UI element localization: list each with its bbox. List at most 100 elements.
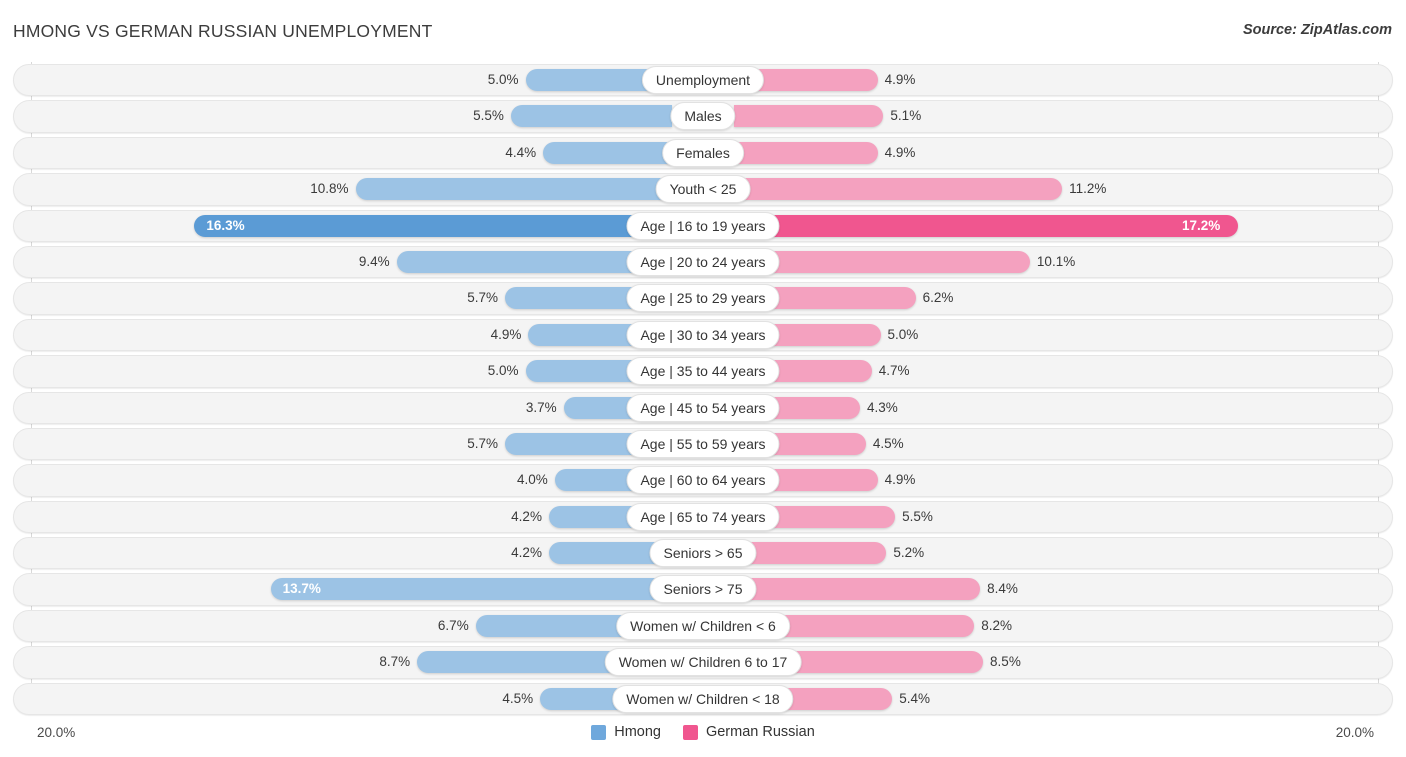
legend: Hmong German Russian bbox=[0, 724, 1406, 740]
chart-row: 4.4% 4.9% Females bbox=[0, 135, 1406, 171]
category-label: Age | 20 to 24 years bbox=[626, 247, 780, 276]
value-label-hmong: 13.7% bbox=[282, 581, 321, 597]
bar-hmong[interactable] bbox=[194, 214, 672, 237]
category-label: Age | 65 to 74 years bbox=[626, 502, 780, 531]
value-label-hmong: 3.7% bbox=[525, 399, 557, 415]
category-label: Women w/ Children 6 to 17 bbox=[604, 648, 802, 677]
category-label: Age | 55 to 59 years bbox=[626, 429, 780, 458]
bar-track: 10.8% 11.2% Youth < 25 bbox=[0, 171, 1406, 207]
legend-item[interactable]: Hmong bbox=[591, 724, 661, 740]
value-label-hmong: 8.7% bbox=[379, 654, 411, 670]
bar-track: 5.7% 4.5% Age | 55 to 59 years bbox=[0, 426, 1406, 462]
chart-row: 4.0% 4.9% Age | 60 to 64 years bbox=[0, 462, 1406, 498]
chart-row: 9.4% 10.1% Age | 20 to 24 years bbox=[0, 244, 1406, 280]
chart-footer: 20.0% 20.0% Hmong German Russian bbox=[0, 717, 1406, 757]
bar-track: 4.0% 4.9% Age | 60 to 64 years bbox=[0, 462, 1406, 498]
category-label: Women w/ Children < 18 bbox=[612, 684, 794, 713]
bar-german-russian[interactable] bbox=[734, 141, 878, 164]
value-label-german-russian: 4.9% bbox=[884, 72, 916, 87]
value-label-german-russian: 5.1% bbox=[890, 108, 922, 124]
bar-track: 5.7% 6.2% Age | 25 to 29 years bbox=[0, 280, 1406, 316]
value-label-hmong: 6.7% bbox=[437, 617, 469, 633]
bar-german-russian[interactable] bbox=[734, 214, 1238, 237]
value-label-hmong: 5.0% bbox=[487, 363, 519, 379]
value-label-german-russian: 5.5% bbox=[902, 508, 933, 524]
value-label-hmong: 4.0% bbox=[517, 472, 548, 488]
bar-hmong[interactable] bbox=[270, 578, 672, 601]
value-label-german-russian: 5.0% bbox=[887, 326, 919, 342]
legend-label: Hmong bbox=[614, 724, 661, 740]
bar-german-russian[interactable] bbox=[734, 542, 887, 565]
value-label-hmong: 5.5% bbox=[473, 108, 504, 124]
category-label: Age | 45 to 54 years bbox=[626, 393, 780, 422]
bar-track: 16.3% 17.2% Age | 16 to 19 years bbox=[0, 208, 1406, 244]
category-label: Age | 35 to 44 years bbox=[626, 357, 780, 386]
value-label-german-russian: 5.4% bbox=[899, 690, 930, 706]
category-label: Seniors > 75 bbox=[649, 575, 757, 604]
plot-area: 5.0% 4.9% Unemployment 5.5% 5.1% Males 4.4% 4.9… bbox=[0, 62, 1406, 717]
value-label-german-russian: 4.9% bbox=[884, 472, 916, 488]
chart-row: 6.7% 8.2% Women w/ Children < 6 bbox=[0, 608, 1406, 644]
value-label-german-russian: 10.1% bbox=[1036, 253, 1076, 269]
chart-row: 5.7% 6.2% Age | 25 to 29 years bbox=[0, 280, 1406, 316]
bar-german-russian[interactable] bbox=[734, 178, 1063, 201]
bar-hmong[interactable] bbox=[543, 141, 672, 164]
legend-label: German Russian bbox=[705, 724, 815, 740]
bar-track: 4.2% 5.5% Age | 65 to 74 years bbox=[0, 499, 1406, 535]
value-label-hmong: 4.9% bbox=[490, 326, 522, 342]
chart-row: 3.7% 4.3% Age | 45 to 54 years bbox=[0, 390, 1406, 426]
chart-row: 5.7% 4.5% Age | 55 to 59 years bbox=[0, 426, 1406, 462]
value-label-german-russian: 4.3% bbox=[866, 399, 898, 415]
bar-track: 5.0% 4.7% Age | 35 to 44 years bbox=[0, 353, 1406, 389]
category-label: Age | 25 to 29 years bbox=[626, 284, 780, 313]
bar-hmong[interactable] bbox=[510, 105, 672, 128]
bar-track: 9.4% 10.1% Age | 20 to 24 years bbox=[0, 244, 1406, 280]
value-label-german-russian: 4.5% bbox=[872, 435, 904, 451]
bar-track: 5.5% 5.1% Males bbox=[0, 98, 1406, 134]
value-label-hmong: 5.7% bbox=[467, 435, 498, 451]
value-label-hmong: 9.4% bbox=[358, 253, 390, 269]
chart-row: 5.0% 4.7% Age | 35 to 44 years bbox=[0, 353, 1406, 389]
category-label: Unemployment bbox=[641, 66, 765, 94]
legend-item[interactable]: German Russian bbox=[682, 724, 815, 740]
chart-row: 5.5% 5.1% Males bbox=[0, 98, 1406, 134]
category-label: Seniors > 65 bbox=[649, 539, 757, 568]
value-label-german-russian: 5.2% bbox=[893, 545, 925, 561]
bar-track: 4.5% 5.4% Women w/ Children < 18 bbox=[0, 681, 1406, 717]
category-label: Age | 60 to 64 years bbox=[626, 466, 780, 495]
value-label-german-russian: 4.9% bbox=[884, 144, 916, 160]
value-label-german-russian: 4.7% bbox=[878, 363, 910, 379]
value-label-german-russian: 8.2% bbox=[981, 617, 1013, 633]
value-label-hmong: 4.5% bbox=[502, 690, 534, 706]
bar-track: 5.0% 4.9% Unemployment bbox=[0, 62, 1406, 98]
chart-row: 4.2% 5.2% Seniors > 65 bbox=[0, 535, 1406, 571]
value-label-german-russian: 8.4% bbox=[987, 581, 1018, 597]
bar-hmong[interactable] bbox=[355, 178, 672, 201]
bar-german-russian[interactable] bbox=[734, 578, 981, 601]
category-label: Women w/ Children < 6 bbox=[616, 611, 790, 640]
value-label-german-russian: 17.2% bbox=[1181, 217, 1221, 233]
value-label-hmong: 4.2% bbox=[511, 545, 542, 561]
chart-row: 4.2% 5.5% Age | 65 to 74 years bbox=[0, 499, 1406, 535]
chart-row: 10.8% 11.2% Youth < 25 bbox=[0, 171, 1406, 207]
value-label-hmong: 16.3% bbox=[206, 217, 245, 233]
bar-german-russian[interactable] bbox=[734, 105, 884, 128]
bar-track: 4.9% 5.0% Age | 30 to 34 years bbox=[0, 317, 1406, 353]
category-label: Age | 30 to 34 years bbox=[626, 320, 780, 349]
value-label-hmong: 5.0% bbox=[487, 72, 519, 87]
value-label-hmong: 10.8% bbox=[310, 181, 349, 197]
legend-swatch-icon bbox=[591, 724, 607, 740]
legend-swatch-icon bbox=[682, 724, 698, 740]
value-label-hmong: 5.7% bbox=[467, 290, 498, 306]
chart-root: HMONG VS GERMAN RUSSIAN UNEMPLOYMENT Sou… bbox=[0, 0, 1406, 757]
bar-track: 8.7% 8.5% Women w/ Children 6 to 17 bbox=[0, 644, 1406, 680]
category-label: Age | 16 to 19 years bbox=[626, 211, 780, 240]
bar-track: 13.7% 8.4% Seniors > 75 bbox=[0, 571, 1406, 607]
page-title: HMONG VS GERMAN RUSSIAN UNEMPLOYMENT bbox=[13, 21, 433, 41]
chart-header: HMONG VS GERMAN RUSSIAN UNEMPLOYMENT Sou… bbox=[0, 0, 1406, 62]
bar-track: 6.7% 8.2% Women w/ Children < 6 bbox=[0, 608, 1406, 644]
chart-row: 4.5% 5.4% Women w/ Children < 18 bbox=[0, 681, 1406, 717]
category-label: Males bbox=[670, 102, 736, 131]
bar-track: 4.2% 5.2% Seniors > 65 bbox=[0, 535, 1406, 571]
value-label-german-russian: 11.2% bbox=[1069, 181, 1107, 197]
